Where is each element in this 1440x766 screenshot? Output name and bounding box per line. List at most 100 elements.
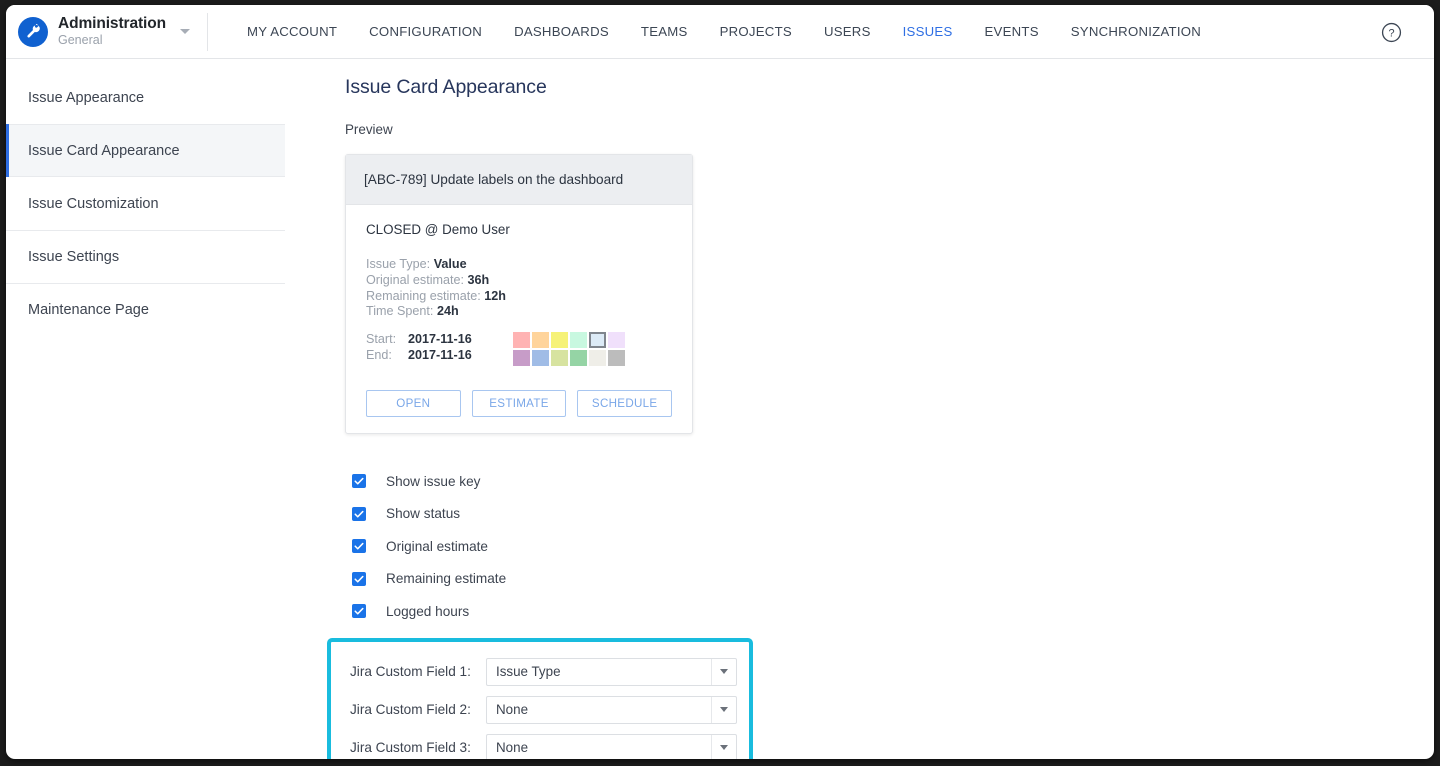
- sidebar-item-issue-appearance[interactable]: Issue Appearance: [6, 71, 285, 124]
- chevron-down-icon[interactable]: [711, 735, 736, 759]
- open-button[interactable]: OPEN: [366, 390, 461, 417]
- card-field-value: 36h: [468, 273, 490, 287]
- card-field-label: Remaining estimate:: [366, 289, 481, 303]
- custom-field-value: Issue Type: [487, 664, 711, 679]
- checkbox-row[interactable]: Show issue key: [345, 465, 1434, 498]
- help-circle-icon[interactable]: ?: [1381, 22, 1402, 43]
- issue-card-status: CLOSED @ Demo User: [366, 222, 672, 237]
- custom-field-select-1[interactable]: Issue Type: [486, 658, 737, 686]
- sidebar-item-maintenance-page[interactable]: Maintenance Page: [6, 283, 285, 336]
- nav-item-synchronization[interactable]: SYNCHRONIZATION: [1055, 24, 1217, 39]
- sidebar-item-issue-customization[interactable]: Issue Customization: [6, 177, 285, 230]
- card-field-value: 12h: [484, 289, 506, 303]
- card-field-row: Issue Type: Value: [366, 257, 672, 273]
- issue-card-preview: [ABC-789] Update labels on the dashboard…: [345, 154, 693, 434]
- custom-field-label: Jira Custom Field 3:: [350, 740, 486, 755]
- header-divider: [207, 13, 208, 51]
- card-date-value: 2017-11-16: [408, 347, 472, 363]
- nav-item-my-account[interactable]: MY ACCOUNT: [231, 24, 353, 39]
- sidebar-item-issue-settings[interactable]: Issue Settings: [6, 230, 285, 283]
- chevron-down-icon[interactable]: [711, 659, 736, 685]
- color-swatch[interactable]: [551, 332, 568, 348]
- checkbox-row[interactable]: Show status: [345, 498, 1434, 531]
- color-swatch-selected[interactable]: [589, 332, 606, 348]
- settings-sidebar: Issue Appearance Issue Card Appearance Iss…: [6, 59, 285, 758]
- sidebar-item-label: Issue Card Appearance: [28, 143, 180, 159]
- card-date-row: Start: 2017-11-16: [366, 331, 472, 347]
- checkbox-row[interactable]: Logged hours: [345, 595, 1434, 628]
- card-field-label: Original estimate:: [366, 273, 464, 287]
- card-date-row: End: 2017-11-16: [366, 347, 472, 363]
- page-content: Issue AppearanceIssue Card AppearanceIss…: [6, 59, 1434, 758]
- checkbox-original-estimate[interactable]: [352, 539, 366, 553]
- sidebar-item-label: Maintenance Page: [28, 302, 149, 318]
- color-swatch[interactable]: [570, 332, 587, 348]
- issue-card-fields: Issue Type: ValueOriginal estimate: 36hR…: [366, 257, 672, 320]
- nav-item-teams[interactable]: TEAMS: [625, 24, 704, 39]
- card-date-label: Start:: [366, 331, 400, 347]
- sidebar-item-label: Issue Appearance: [28, 90, 144, 106]
- color-swatch[interactable]: [513, 350, 530, 366]
- issue-card-body: CLOSED @ Demo User Issue Type: ValueOrig…: [346, 205, 692, 433]
- main-panel: Issue Card Appearance Preview [ABC-789] …: [285, 59, 1434, 758]
- app-window: Administration General MY ACCOUNTCONFIGU…: [6, 5, 1434, 759]
- issue-card-dates: Start: 2017-11-16 End: 2017-11-16: [366, 331, 472, 366]
- card-date-value: 2017-11-16: [408, 331, 472, 347]
- custom-field-select-2[interactable]: None: [486, 696, 737, 724]
- checkbox-row[interactable]: Original estimate: [345, 530, 1434, 563]
- nav-item-events[interactable]: EVENTS: [969, 24, 1055, 39]
- sidebar-item-issue-card-appearance[interactable]: Issue Card Appearance: [6, 124, 285, 177]
- brand-subtitle: General: [58, 34, 166, 47]
- page-title: Issue Card Appearance: [345, 76, 1434, 99]
- card-field-row: Original estimate: 36h: [366, 273, 672, 289]
- color-swatch-palette[interactable]: [513, 331, 625, 366]
- schedule-button[interactable]: SCHEDULE: [577, 390, 672, 417]
- checkbox-label: Logged hours: [386, 604, 469, 619]
- checkbox-row[interactable]: Remaining estimate: [345, 563, 1434, 596]
- custom-field-row: Jira Custom Field 2:None: [350, 691, 737, 729]
- card-field-value: Value: [434, 257, 467, 271]
- custom-field-value: None: [487, 740, 711, 755]
- nav-item-configuration[interactable]: CONFIGURATION: [353, 24, 498, 39]
- issue-card-dates-row: Start: 2017-11-16 End: 2017-11-16: [366, 331, 672, 366]
- color-swatch[interactable]: [532, 332, 549, 348]
- custom-field-row: Jira Custom Field 1:Issue Type: [350, 653, 737, 691]
- nav-item-users[interactable]: USERS: [808, 24, 887, 39]
- issue-card-actions: OPEN ESTIMATE SCHEDULE: [366, 390, 672, 417]
- checkbox-show-issue-key[interactable]: [352, 474, 366, 488]
- color-swatch[interactable]: [570, 350, 587, 366]
- nav-item-projects[interactable]: PROJECTS: [704, 24, 808, 39]
- color-swatch[interactable]: [513, 332, 530, 348]
- nav-item-issues[interactable]: ISSUES: [887, 24, 969, 39]
- card-field-row: Time Spent: 24h: [366, 304, 672, 320]
- checkbox-show-status[interactable]: [352, 507, 366, 521]
- custom-field-row: Jira Custom Field 3:None: [350, 729, 737, 759]
- color-swatch[interactable]: [589, 350, 606, 366]
- nav-item-dashboards[interactable]: DASHBOARDS: [498, 24, 625, 39]
- estimate-button[interactable]: ESTIMATE: [472, 390, 567, 417]
- color-swatch[interactable]: [608, 332, 625, 348]
- display-options-list: Show issue keyShow statusOriginal estima…: [345, 465, 1434, 628]
- card-field-label: Issue Type:: [366, 257, 430, 271]
- checkbox-label: Remaining estimate: [386, 571, 506, 586]
- chevron-down-icon[interactable]: [711, 697, 736, 723]
- card-field-row: Remaining estimate: 12h: [366, 289, 672, 305]
- custom-field-value: None: [487, 702, 711, 717]
- color-swatch[interactable]: [532, 350, 549, 366]
- card-date-label: End:: [366, 347, 400, 363]
- checkbox-logged-hours[interactable]: [352, 604, 366, 618]
- sidebar-item-label: Issue Settings: [28, 249, 119, 265]
- svg-text:?: ?: [1388, 28, 1394, 40]
- jira-custom-fields-group: Jira Custom Field 1:Issue TypeJira Custo…: [327, 638, 753, 759]
- brand-menu[interactable]: Administration General: [6, 5, 190, 59]
- wrench-icon: [18, 17, 48, 47]
- checkbox-remaining-estimate[interactable]: [352, 572, 366, 586]
- custom-field-select-3[interactable]: None: [486, 734, 737, 759]
- card-field-label: Time Spent:: [366, 304, 433, 318]
- custom-field-label: Jira Custom Field 1:: [350, 664, 486, 679]
- chevron-down-icon[interactable]: [180, 29, 190, 34]
- color-swatch[interactable]: [551, 350, 568, 366]
- sidebar-item-label: Issue Customization: [28, 196, 159, 212]
- card-field-value: 24h: [437, 304, 459, 318]
- color-swatch[interactable]: [608, 350, 625, 366]
